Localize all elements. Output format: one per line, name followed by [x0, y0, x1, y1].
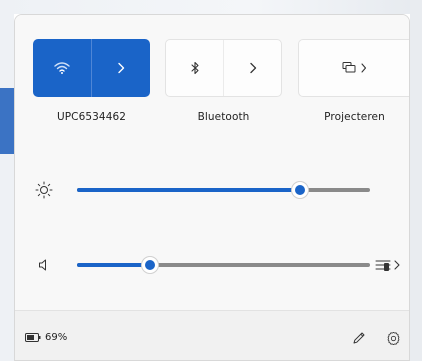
- project-tile: [298, 39, 409, 97]
- wifi-expand-button[interactable]: [91, 39, 150, 97]
- quick-settings-panel: UPC6534462 Bluetooth Projecteren 69%: [14, 14, 410, 361]
- brightness-icon: [33, 179, 55, 201]
- wifi-icon: [54, 62, 70, 74]
- battery-status[interactable]: 69%: [25, 332, 67, 343]
- desktop-background-top: [0, 0, 422, 14]
- volume-slider-row: [15, 250, 409, 280]
- brightness-slider-row: [15, 175, 409, 205]
- wifi-tile: [33, 39, 150, 97]
- project-icon: [342, 62, 367, 73]
- speaker-icon: [39, 259, 46, 271]
- volume-slider-fill: [77, 263, 151, 267]
- bluetooth-tile-label: Bluetooth: [197, 111, 250, 123]
- volume-slider-thumb[interactable]: [142, 257, 159, 273]
- audio-output-button[interactable]: [373, 253, 403, 277]
- pencil-icon: [353, 332, 365, 344]
- battery-percentage: 69%: [45, 332, 68, 343]
- brightness-slider-thumb[interactable]: [291, 182, 308, 198]
- brightness-thumb-dot: [294, 185, 305, 195]
- quick-settings-footer: 69%: [15, 310, 409, 360]
- brightness-slider-track[interactable]: [77, 182, 370, 198]
- desktop-window-edge: [0, 88, 14, 154]
- wifi-tile-label: UPC6534462: [56, 111, 127, 123]
- speaker-mute-toggle[interactable]: [33, 254, 55, 276]
- quick-settings-main: UPC6534462 Bluetooth Projecteren: [15, 15, 409, 310]
- project-tile-label: Projecteren: [324, 111, 385, 123]
- wifi-toggle-button[interactable]: [33, 39, 91, 97]
- brightness-slider-fill: [77, 188, 300, 192]
- project-button[interactable]: [299, 40, 409, 96]
- edit-quick-settings-button[interactable]: [347, 326, 371, 350]
- volume-thumb-dot: [145, 260, 156, 270]
- bluetooth-tile: [165, 39, 282, 97]
- chevron-right-icon: [118, 62, 125, 74]
- desktop-background-right: [410, 0, 422, 361]
- desktop-background-left: [0, 0, 14, 361]
- volume-slider-track[interactable]: [77, 257, 370, 273]
- battery-icon: [25, 333, 41, 342]
- settings-button[interactable]: [381, 326, 405, 350]
- audio-output-icon: [375, 260, 400, 271]
- gear-icon: [387, 331, 399, 345]
- bluetooth-toggle-button[interactable]: [166, 40, 223, 96]
- bluetooth-icon: [190, 61, 199, 75]
- chevron-right-icon: [249, 62, 256, 74]
- bluetooth-expand-button[interactable]: [223, 40, 281, 96]
